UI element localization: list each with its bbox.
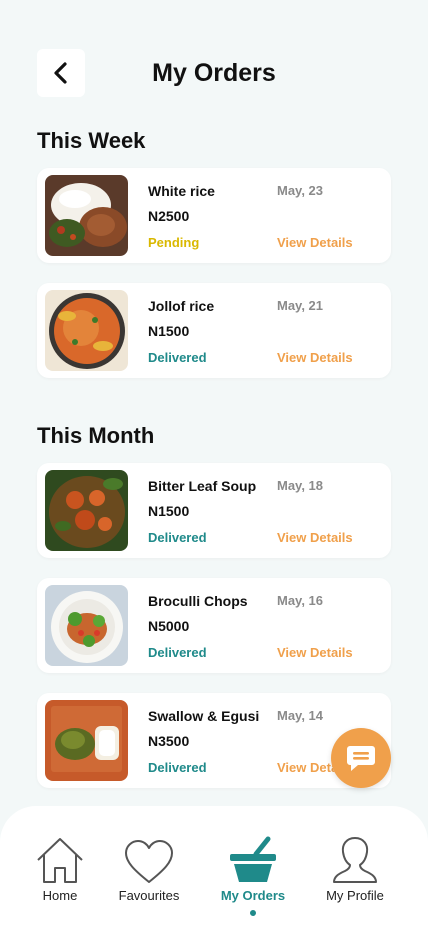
food-image [45, 470, 128, 551]
view-details-link[interactable]: View Details [277, 645, 353, 660]
order-status: Delivered [148, 530, 207, 545]
header: My Orders [0, 49, 428, 97]
order-status: Delivered [148, 645, 207, 660]
food-price: N1500 [148, 503, 190, 519]
order-date: May, 21 [277, 298, 324, 313]
nav-label-favourites: Favourites [118, 888, 180, 903]
order-card[interactable]: Broculli Chops N5000 Delivered May, 16 V… [37, 578, 391, 673]
nav-item-my-profile[interactable]: My Profile [310, 832, 400, 903]
food-image [45, 175, 128, 256]
order-status: Delivered [148, 760, 207, 775]
food-price: N3500 [148, 733, 190, 749]
order-card[interactable]: Bitter Leaf Soup N1500 Delivered May, 18… [37, 463, 391, 558]
food-price: N2500 [148, 208, 190, 224]
food-image [45, 585, 128, 666]
nav-item-favourites[interactable]: Favourites [104, 832, 194, 903]
order-card[interactable]: White rice N2500 Pending May, 23 View De… [37, 168, 391, 263]
food-price: N1500 [148, 323, 190, 339]
order-date: May, 23 [277, 183, 324, 198]
order-status: Delivered [148, 350, 207, 365]
section-title-this-month: This Month [37, 423, 155, 448]
food-name: Jollof rice [148, 298, 215, 314]
basket-icon [230, 836, 276, 882]
nav-label-home: Home [42, 888, 78, 903]
view-details-link[interactable]: View Details [277, 235, 353, 250]
page-title: My Orders [152, 59, 276, 87]
nav-item-home[interactable]: Home [15, 832, 105, 903]
bottom-navigation: Home Favourites My Orders My Profile [0, 806, 428, 926]
food-image [45, 290, 128, 371]
order-card[interactable]: Jollof rice N1500 Delivered May, 21 View… [37, 283, 391, 378]
order-date: May, 14 [277, 708, 324, 723]
view-details-link[interactable]: View Details [277, 350, 353, 365]
profile-icon [333, 837, 377, 883]
food-price: N5000 [148, 618, 190, 634]
heart-icon [125, 840, 173, 883]
food-image [45, 700, 128, 781]
nav-label-my-profile: My Profile [326, 888, 384, 903]
nav-label-my-orders: My Orders [220, 888, 286, 903]
order-status: Pending [148, 235, 200, 250]
chat-icon [347, 746, 375, 771]
section-title-this-week: This Week [37, 128, 146, 153]
nav-item-my-orders[interactable]: My Orders [208, 832, 298, 916]
active-indicator [250, 910, 256, 916]
order-date: May, 16 [277, 593, 324, 608]
chat-button[interactable] [331, 728, 391, 788]
food-name: Broculli Chops [148, 593, 248, 609]
food-name: Swallow & Egusi [148, 708, 260, 724]
food-name: Bitter Leaf Soup [148, 478, 257, 494]
view-details-link[interactable]: View Details [277, 530, 353, 545]
order-date: May, 18 [277, 478, 324, 493]
home-icon [37, 838, 83, 883]
food-name: White rice [148, 183, 215, 199]
